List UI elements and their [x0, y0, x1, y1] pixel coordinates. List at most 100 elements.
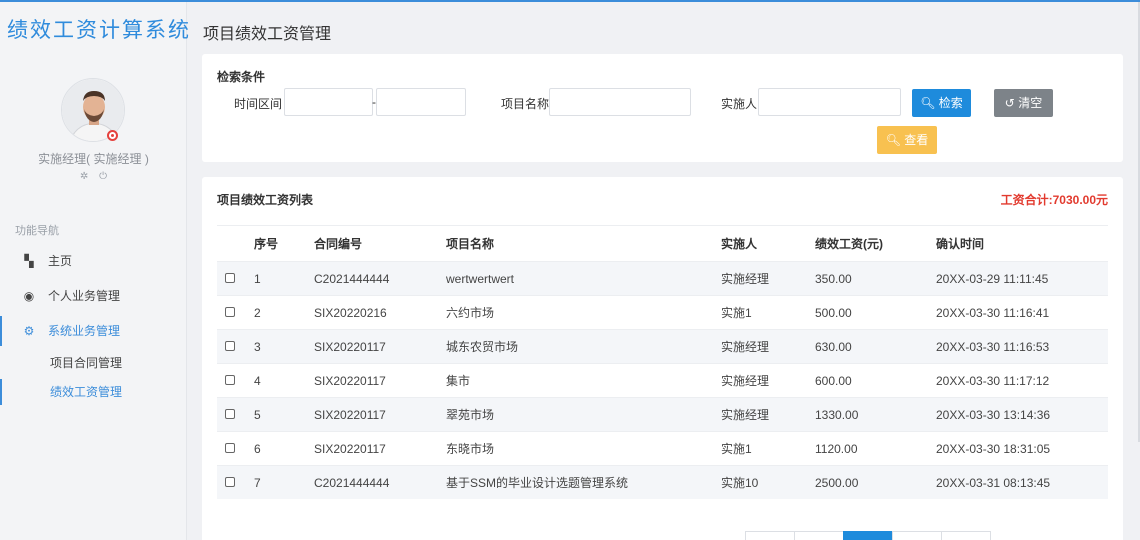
- page-button[interactable]: [892, 531, 942, 540]
- cell-contract: SIX20220117: [314, 408, 386, 422]
- search-icon: 🔍︎: [885, 133, 901, 147]
- app-title: 绩效工资计算系统: [7, 18, 191, 42]
- cell-time: 20XX-03-29 11:11:45: [936, 272, 1049, 286]
- cell-implementer: 实施经理: [721, 374, 770, 388]
- cell-no: 5: [254, 408, 261, 422]
- row-checkbox[interactable]: [225, 443, 235, 453]
- pagination: [745, 531, 991, 540]
- cell-contract: SIX20220216: [314, 306, 387, 320]
- gear-icon[interactable]: ✲: [80, 171, 88, 182]
- sidebar-item-label: 系统业务管理: [48, 324, 121, 338]
- cell-time: 20XX-03-30 11:16:53: [936, 340, 1050, 354]
- sidebar-item-personal[interactable]: ◉ 个人业务管理: [0, 281, 187, 311]
- cell-project: 集市: [446, 374, 471, 388]
- sidebar-item-label: 个人业务管理: [48, 289, 121, 303]
- user-name: 实施经理( 实施经理 ): [38, 152, 149, 166]
- cell-salary: 350.00: [815, 272, 852, 286]
- table-row[interactable]: 2 SIX20220216 六约市场 实施1 500.00 20XX-03-30…: [217, 295, 1108, 329]
- column-header: 合同编号: [314, 237, 363, 251]
- sidebar-item-label: 主页: [48, 254, 73, 268]
- divider: [217, 225, 1108, 226]
- row-checkbox[interactable]: [225, 341, 235, 351]
- table-header: 序号 合同编号 项目名称 实施人 绩效工资(元) 确认时间: [217, 227, 1108, 261]
- column-header: 序号: [254, 237, 279, 251]
- page-button-current[interactable]: [843, 531, 893, 540]
- project-name-input[interactable]: [549, 88, 691, 116]
- cell-project: 六约市场: [446, 306, 495, 320]
- sidebar-subitem-salary[interactable]: 绩效工资管理: [0, 379, 187, 405]
- list-title: 项目绩效工资列表: [217, 193, 314, 207]
- cell-contract: SIX20220117: [314, 442, 386, 456]
- column-header: 确认时间: [936, 237, 985, 251]
- cell-time: 20XX-03-30 11:17:12: [936, 374, 1050, 388]
- cell-salary: 500.00: [815, 306, 852, 320]
- row-checkbox[interactable]: [225, 307, 235, 317]
- cell-no: 3: [254, 340, 261, 354]
- page-button[interactable]: [745, 531, 795, 540]
- cell-project: wertwertwert: [446, 272, 515, 286]
- undo-icon: ↺: [1004, 96, 1015, 110]
- column-header: 绩效工资(元): [815, 237, 883, 251]
- cell-no: 1: [254, 272, 261, 286]
- cogs-icon: ⚙: [23, 324, 35, 338]
- cell-project: 翠苑市场: [446, 408, 495, 422]
- table-row[interactable]: 7 C2021444444 基于SSM的毕业设计选题管理系统 实施10 2500…: [217, 465, 1108, 499]
- cell-salary: 1120.00: [815, 442, 858, 456]
- cell-implementer: 实施经理: [721, 408, 770, 422]
- user-circle-icon: ◉: [23, 289, 35, 303]
- column-header: 实施人: [721, 237, 758, 251]
- row-checkbox[interactable]: [225, 273, 235, 283]
- page-title: 项目绩效工资管理: [203, 26, 332, 43]
- cell-contract: C2021444444: [314, 272, 390, 286]
- status-icon: [107, 130, 118, 141]
- sidebar: 绩效工资计算系统 实施经理( 实施经理 ) ✲ ⏻ 功能导航 ▚ 主页 ◉ 个人…: [0, 2, 189, 540]
- cell-implementer: 实施10: [721, 476, 759, 490]
- project-name-label: 项目名称: [501, 97, 550, 111]
- search-button[interactable]: 🔍︎ 检索: [912, 89, 971, 117]
- implementer-input[interactable]: [758, 88, 901, 116]
- cell-salary: 630.00: [815, 340, 852, 354]
- cell-salary: 600.00: [815, 374, 852, 388]
- view-button[interactable]: 🔍︎ 查看: [877, 126, 937, 154]
- cell-implementer: 实施经理: [721, 340, 770, 354]
- cell-no: 4: [254, 374, 261, 388]
- dashboard-icon: ▚: [24, 254, 34, 268]
- row-checkbox[interactable]: [225, 409, 235, 419]
- salary-total: 工资合计:7030.00元: [1000, 193, 1108, 207]
- table-row[interactable]: 3 SIX20220117 城东农贸市场 实施经理 630.00 20XX-03…: [217, 329, 1108, 363]
- page-button[interactable]: [941, 531, 991, 540]
- table-row[interactable]: 4 SIX20220117 集市 实施经理 600.00 20XX-03-30 …: [217, 363, 1108, 397]
- nav-section-title: 功能导航: [15, 225, 59, 237]
- cell-time: 20XX-03-30 18:31:05: [936, 442, 1051, 456]
- sidebar-item-home[interactable]: ▚ 主页: [0, 246, 187, 276]
- table-row[interactable]: 5 SIX20220117 翠苑市场 实施经理 1330.00 20XX-03-…: [217, 397, 1108, 431]
- cell-implementer: 实施经理: [721, 272, 770, 286]
- salary-list-panel: 项目绩效工资列表 工资合计:7030.00元 序号 合同编号 项目名称 实施人 …: [202, 177, 1123, 540]
- column-header: 项目名称: [446, 237, 495, 251]
- clear-button[interactable]: ↺ 清空: [994, 89, 1053, 117]
- search-panel-title: 检索条件: [217, 70, 266, 84]
- cell-time: 20XX-03-31 08:13:45: [936, 476, 1051, 490]
- cell-salary: 2500.00: [815, 476, 859, 490]
- sidebar-subitem-contract[interactable]: 项目合同管理: [0, 350, 187, 376]
- time-start-input[interactable]: [284, 88, 373, 116]
- time-end-input[interactable]: [376, 88, 466, 116]
- cell-project: 东晓市场: [446, 442, 495, 456]
- cell-no: 2: [254, 306, 261, 320]
- user-tools: ✲ ⏻: [0, 171, 187, 182]
- cell-contract: SIX20220117: [314, 374, 386, 388]
- sidebar-item-system[interactable]: ⚙ 系统业务管理: [0, 316, 187, 346]
- row-checkbox[interactable]: [225, 477, 235, 487]
- row-checkbox[interactable]: [225, 375, 235, 385]
- cell-contract: C2021444444: [314, 476, 390, 490]
- cell-time: 20XX-03-30 11:16:41: [936, 306, 1050, 320]
- page-button[interactable]: [794, 531, 844, 540]
- cell-time: 20XX-03-30 13:14:36: [936, 408, 1051, 422]
- time-range-label: 时间区间: [234, 97, 283, 111]
- table-row[interactable]: 1 C2021444444 wertwertwert 实施经理 350.00 2…: [217, 261, 1108, 295]
- table-row[interactable]: 6 SIX20220117 东晓市场 实施1 1120.00 20XX-03-3…: [217, 431, 1108, 465]
- cell-project: 基于SSM的毕业设计选题管理系统: [446, 476, 629, 490]
- cell-contract: SIX20220117: [314, 340, 386, 354]
- search-panel: 检索条件 时间区间 - 项目名称 实施人 🔍︎ 检索 ↺ 清空 🔍︎ 查看: [202, 54, 1123, 162]
- power-icon[interactable]: ⏻: [99, 171, 107, 182]
